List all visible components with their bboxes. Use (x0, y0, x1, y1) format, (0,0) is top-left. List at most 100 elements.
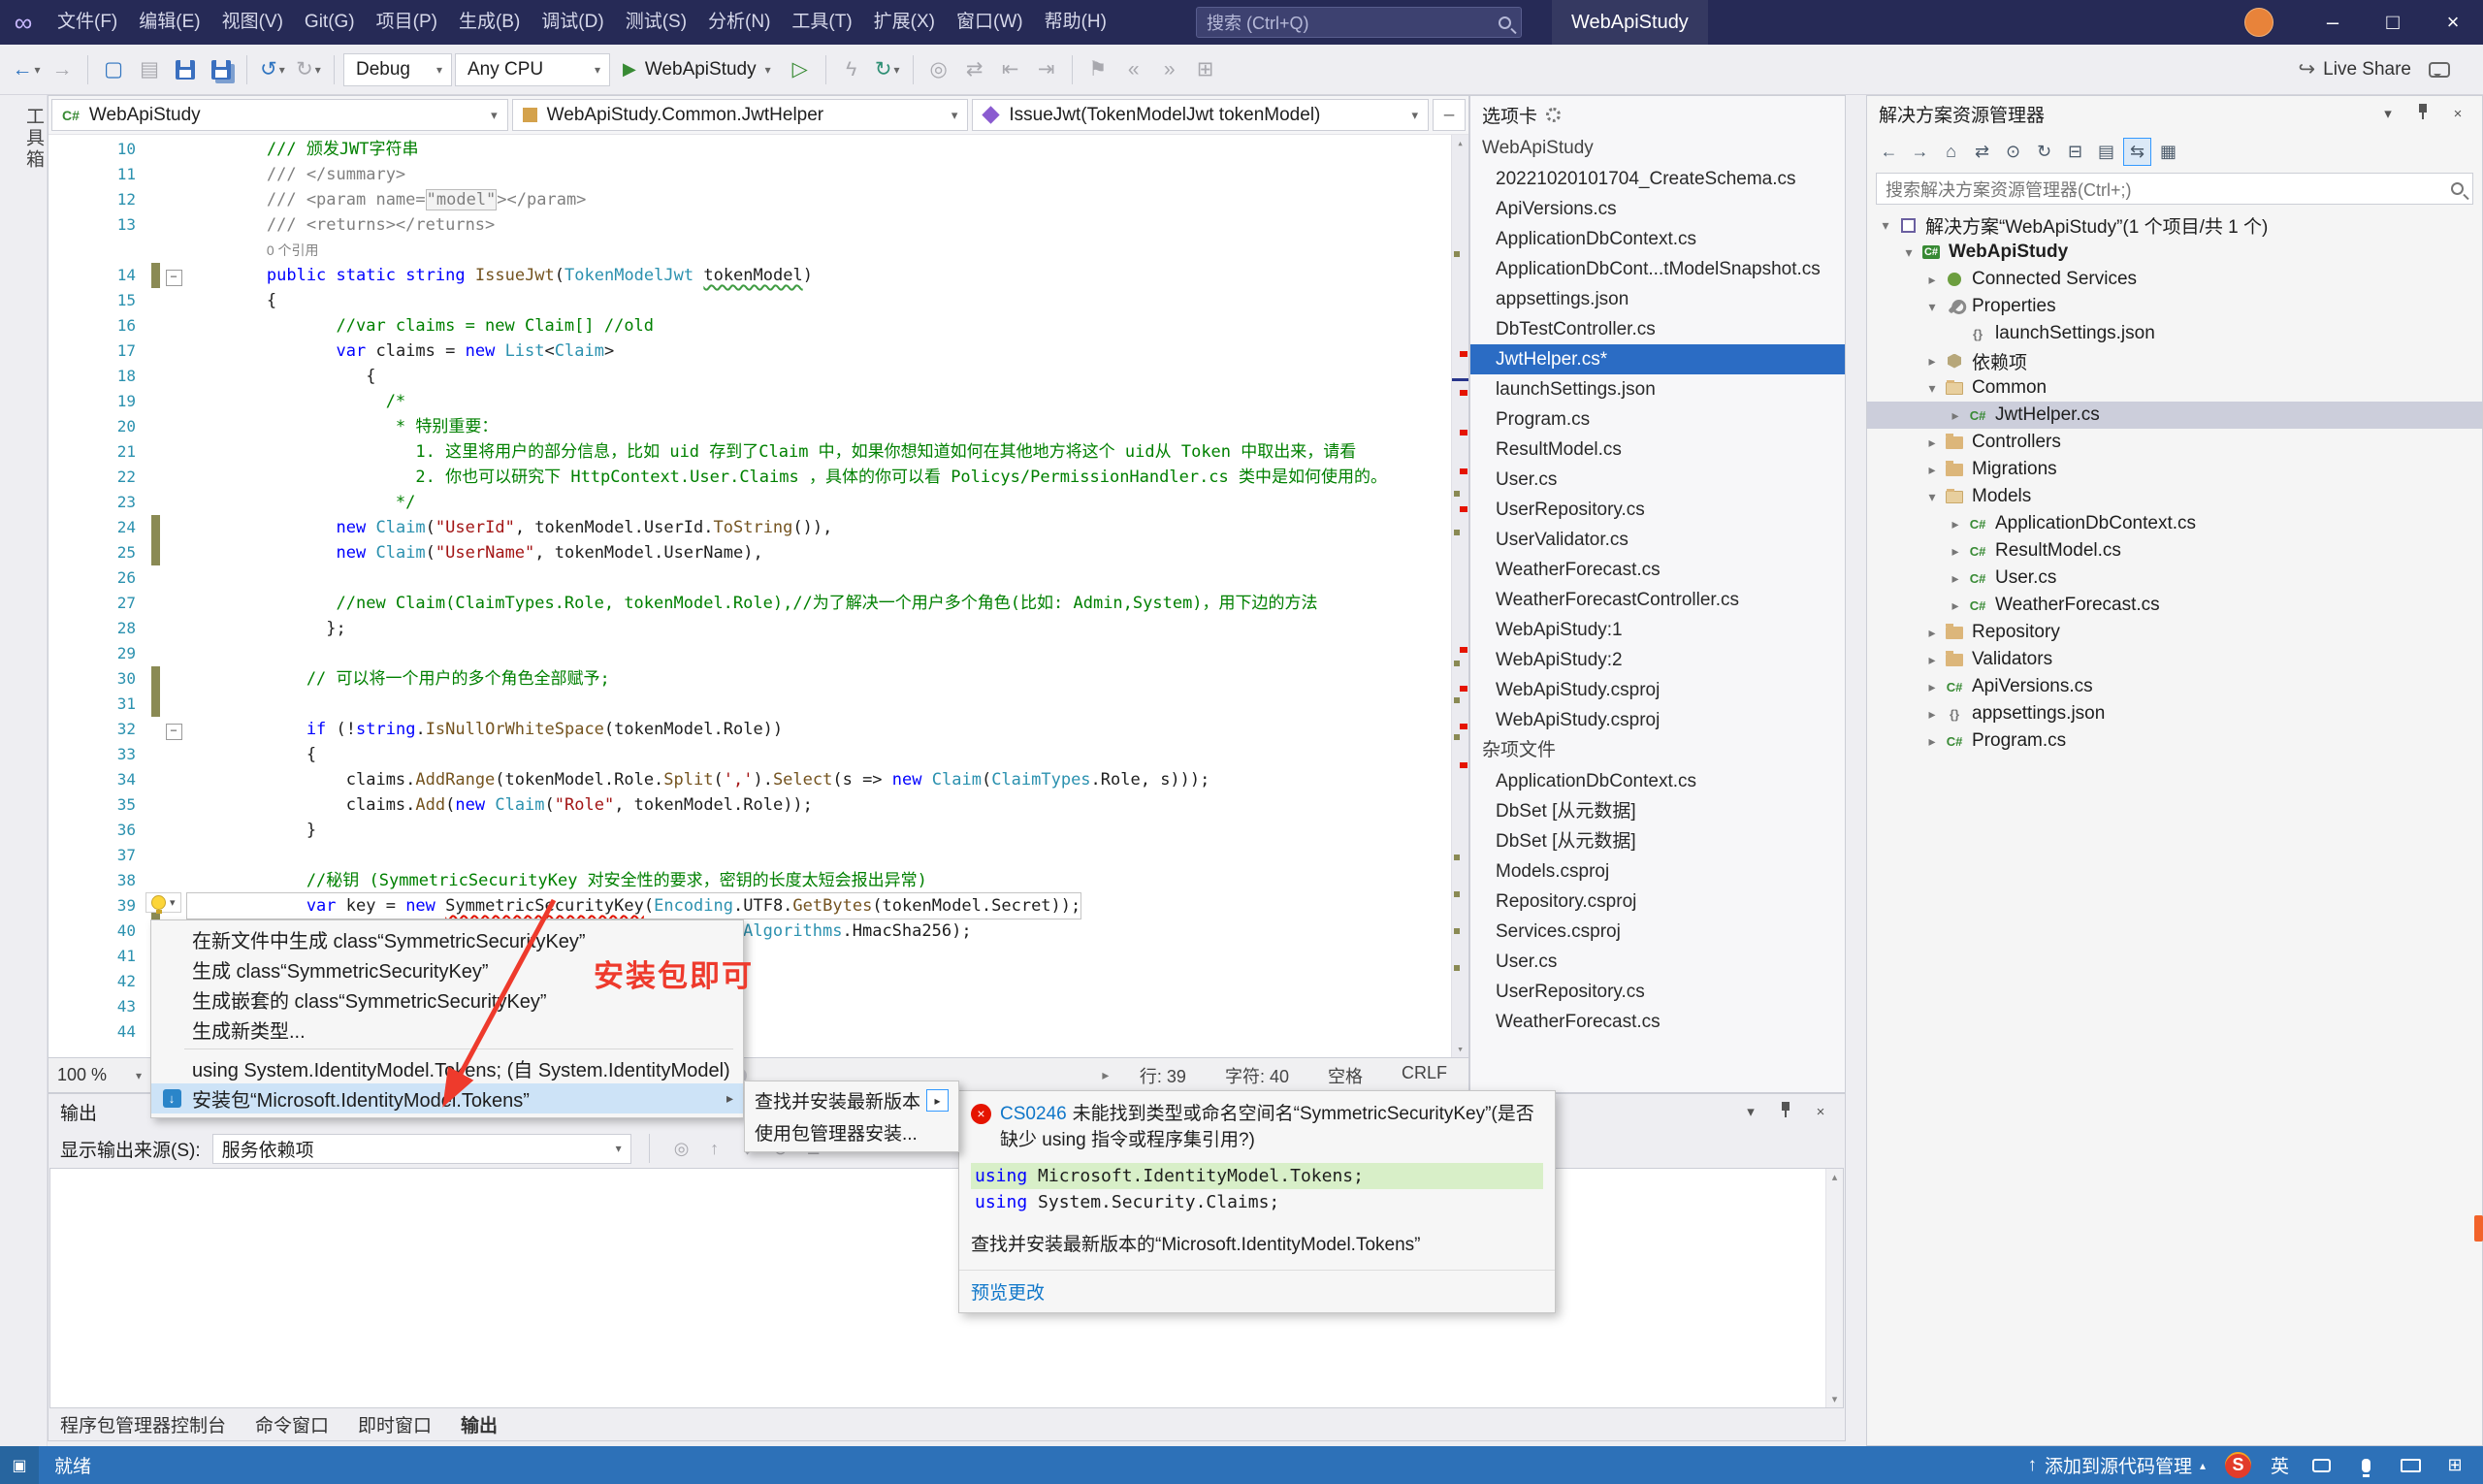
se-pending-changes-icon[interactable]: ⊙ (1999, 138, 2027, 166)
send-feedback-icon[interactable] (2429, 62, 2450, 78)
go-previous-message-icon[interactable]: ↑ (700, 1134, 729, 1163)
code-line[interactable]: 38//秘钥 (SymmetricSecurityKey 对安全性的要求，密钥的… (48, 868, 1451, 893)
menu-item[interactable]: Git(G) (294, 0, 366, 45)
search-box[interactable]: 搜索 (Ctrl+Q) (1196, 7, 1522, 38)
expander-icon[interactable]: ▸ (1921, 353, 1943, 370)
code-line[interactable]: 30// 可以将一个用户的多个角色全部赋予; (48, 666, 1451, 692)
find-in-files-icon[interactable]: ◎ (922, 52, 955, 87)
se-show-all-files-icon[interactable]: ▤ (2092, 138, 2120, 166)
expander-icon[interactable]: ▸ (1945, 543, 1966, 560)
document-tab[interactable]: ApplicationDbContext.cs (1470, 224, 1845, 254)
code-line[interactable]: 23*/ (48, 490, 1451, 515)
expander-icon[interactable]: ▸ (1945, 597, 1966, 614)
expander-icon[interactable]: ▾ (1898, 244, 1919, 261)
code-line[interactable]: 32if (!string.IsNullOrWhiteSpace(tokenMo… (48, 717, 1451, 742)
expander-icon[interactable]: ▾ (1921, 299, 1943, 315)
output-scrollbar[interactable]: ▴ ▾ (1825, 1169, 1843, 1407)
tree-item[interactable]: ▾Models (1867, 483, 2482, 510)
tree-item[interactable]: ▸Controllers (1867, 429, 2482, 456)
split-window-button[interactable]: – (1433, 99, 1466, 131)
expander-icon[interactable]: ▸ (1945, 407, 1966, 424)
microphone-icon[interactable] (2353, 1453, 2378, 1478)
screen-recorder-badge[interactable]: S (2225, 1452, 2251, 1478)
tree-item[interactable]: ▸C#ApplicationDbContext.cs (1867, 510, 2482, 537)
code-line[interactable]: 15{ (48, 288, 1451, 313)
touch-keyboard-icon[interactable]: ⊞ (2442, 1453, 2467, 1478)
expander-icon[interactable]: ▸ (1921, 733, 1943, 750)
quick-action-item[interactable]: 在新文件中生成 class“SymmetricSecurityKey” (151, 924, 743, 954)
code-line[interactable]: 34claims.AddRange(tokenModel.Role.Split(… (48, 767, 1451, 792)
expander-icon[interactable]: ▸ (1921, 435, 1943, 451)
outdent-icon[interactable]: ⇤ (994, 52, 1027, 87)
navigate-to-icon[interactable]: ⇄ (958, 52, 991, 87)
background-tasks-icon[interactable]: ▣ (0, 1446, 39, 1484)
document-tab[interactable]: WebApiStudy:2 (1470, 645, 1845, 675)
menu-item[interactable]: 分析(N) (697, 0, 781, 45)
platform-dropdown[interactable]: Any CPU ▾ (455, 53, 610, 86)
menu-item[interactable]: 窗口(W) (946, 0, 1034, 45)
solution-search-box[interactable]: 搜索解决方案资源管理器(Ctrl+;) (1876, 173, 2473, 205)
close-button[interactable]: × (2423, 0, 2483, 45)
code-line[interactable]: 18{ (48, 364, 1451, 389)
chat-icon[interactable] (2308, 1453, 2334, 1478)
nav-back-icon[interactable]: ←▾ (10, 52, 43, 87)
tree-item[interactable]: ▸Connected Services (1867, 266, 2482, 293)
tree-item[interactable]: ▸C#WeatherForecast.cs (1867, 592, 2482, 619)
document-tab[interactable]: WebApiStudy.csproj (1470, 705, 1845, 735)
code-line[interactable]: 26 (48, 565, 1451, 591)
scroll-down-icon[interactable]: ▾ (1826, 1393, 1843, 1405)
document-tab[interactable]: User.cs (1470, 465, 1845, 495)
code-line[interactable]: 24new Claim("UserId", tokenModel.UserId.… (48, 515, 1451, 540)
scroll-down-icon[interactable]: ▾ (1452, 1043, 1468, 1055)
document-tab[interactable]: Services.csproj (1470, 917, 1845, 947)
pin-icon[interactable] (2410, 103, 2435, 124)
open-file-icon[interactable]: ▤ (133, 52, 166, 87)
code-line[interactable]: 211. 这里将用户的部分信息，比如 uid 存到了Claim 中，如果你想知道… (48, 439, 1451, 465)
member-dropdown[interactable]: IssueJwt(TokenModelJwt tokenModel) ▾ (972, 99, 1429, 131)
add-to-source-control-button[interactable]: ↑ 添加到源代码管理 ▴ (2027, 1452, 2206, 1478)
code-line[interactable]: 35claims.Add(new Claim("Role", tokenMode… (48, 792, 1451, 818)
se-home-icon[interactable]: ⌂ (1937, 138, 1965, 166)
scroll-up-icon[interactable]: ▴ (1826, 1171, 1843, 1183)
start-without-debugging-icon[interactable]: ▷ (784, 52, 817, 87)
save-icon[interactable] (169, 52, 202, 87)
code-line[interactable]: 29 (48, 641, 1451, 666)
toolbox-tab[interactable]: 工具箱 (0, 107, 47, 171)
document-tab[interactable]: DbSet [从元数据] (1470, 796, 1845, 826)
tree-item[interactable]: ▾Properties (1867, 293, 2482, 320)
document-tab[interactable]: WebApiStudy:1 (1470, 615, 1845, 645)
menu-item[interactable]: 生成(B) (448, 0, 531, 45)
fold-toggle[interactable] (160, 717, 187, 742)
output-content[interactable]: ▴ ▾ (49, 1168, 1844, 1408)
quick-actions-lightbulb[interactable]: ▾ (145, 892, 181, 913)
tree-item[interactable]: ▸Validators (1867, 646, 2482, 673)
window-position-icon[interactable]: ▾ (2375, 105, 2401, 122)
menu-item[interactable]: 项目(P) (366, 0, 448, 45)
document-tab[interactable]: UserRepository.cs (1470, 495, 1845, 525)
bookmark-icon[interactable]: ⚑ (1081, 52, 1114, 87)
submenu-item[interactable]: 查找并安装最新版本▸ (745, 1084, 958, 1116)
preview-changes-link[interactable]: 预览更改 (971, 1283, 1045, 1304)
tree-item[interactable]: ▸C#ApiVersions.cs (1867, 673, 2482, 700)
code-line[interactable]: 28}; (48, 616, 1451, 641)
hot-reload-icon[interactable]: ϟ (835, 52, 868, 87)
menu-item[interactable]: 工具(T) (781, 0, 862, 45)
close-icon[interactable]: × (2445, 106, 2470, 122)
document-tab[interactable]: UserValidator.cs (1470, 525, 1845, 555)
window-position-icon[interactable]: ▾ (1738, 1103, 1763, 1120)
save-all-icon[interactable] (205, 52, 238, 87)
expander-icon[interactable]: ▸ (1921, 272, 1943, 288)
document-tab[interactable]: WeatherForecast.cs (1470, 1007, 1845, 1037)
document-tab[interactable]: JwtHelper.cs* (1470, 344, 1845, 374)
document-tab[interactable]: ResultModel.cs (1470, 435, 1845, 465)
expander-icon[interactable]: ▸ (1921, 625, 1943, 641)
document-tab[interactable]: appsettings.json (1470, 284, 1845, 314)
configuration-dropdown[interactable]: Debug ▾ (343, 53, 452, 86)
output-bottom-tab[interactable]: 命令窗口 (255, 1411, 329, 1437)
code-line[interactable]: 12/// <param name="model"></param> (48, 187, 1451, 212)
live-share-button[interactable]: ↪ Live Share (2299, 57, 2411, 81)
output-bottom-tab[interactable]: 即时窗口 (358, 1411, 432, 1437)
document-tab[interactable]: Repository.csproj (1470, 887, 1845, 917)
maximize-button[interactable]: □ (2363, 0, 2423, 45)
se-refresh-icon[interactable]: ↻ (2030, 138, 2058, 166)
